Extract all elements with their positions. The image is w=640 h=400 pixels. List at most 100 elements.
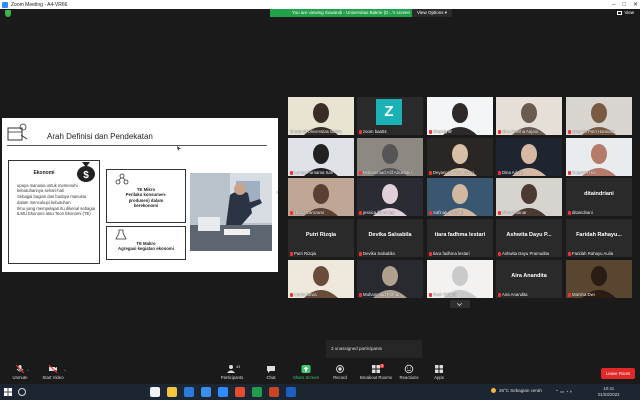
participant-name-text: zoom baa04 [363,129,387,134]
participant-tile[interactable]: Linda Novia [288,260,354,298]
mouse-pointer-icon [177,146,181,151]
participant-name-text: Putri Rizqia [294,251,316,256]
participant-name-text: Dina Adelia [502,170,524,175]
mic-muted-icon [359,292,362,297]
participant-tile[interactable]: jessica florentina [357,178,423,216]
taskbar-app-powerpoint-icon[interactable] [269,387,279,397]
mic-muted-icon [498,210,501,215]
participant-tile[interactable]: Suwandi Universitas Bakrie [288,97,354,135]
participant-tile[interactable]: Faridah Rahayu... Faridah Rahayu Aulia [566,219,632,257]
audio-options-caret-icon[interactable]: ^ [27,368,31,373]
chat-label: Chat [266,375,276,380]
minimize-icon[interactable]: – [612,2,615,8]
system-tray[interactable]: ⌃ ▭ ◔ ◗ [555,389,572,395]
participant-tile[interactable]: tiara fadhma lestari tiara fadhma lestari [427,219,493,257]
breakout-rooms-button[interactable]: 3 Breakout Rooms [358,364,394,384]
participant-tile[interactable]: Muhammad Afif Abukhairi [357,138,423,176]
taskbar-app-task-view-icon[interactable] [150,387,160,397]
microphone-muted-icon [15,364,25,374]
mic-muted-icon [429,129,432,134]
gallery-next-page-button[interactable] [450,300,470,308]
view-button[interactable]: View [617,10,634,15]
participant-tile[interactable]: Dina Adelia [496,138,562,176]
participant-tile[interactable]: Marsha Dwi [566,260,632,298]
participant-name: Ananda Putri Hamidah [568,129,615,134]
close-icon[interactable]: ✕ [633,1,638,8]
windows-start-icon[interactable] [4,388,12,396]
participant-tile[interactable]: Vira Marsha Anjani [496,97,562,135]
participant-name: tiara fadhma lestari [429,251,470,256]
macro-economics-box: TE Makro Agregasi kegiatan ekonomi [106,226,186,260]
participant-tile[interactable]: Lenny Purnama Sari [288,138,354,176]
participant-tile[interactable]: ditaindriani ditaindriani [566,178,632,216]
search-icon[interactable] [18,388,26,396]
svg-text:$: $ [83,170,89,181]
participant-tile[interactable]: Khaeriyah [427,97,493,135]
chat-button[interactable]: Chat [253,364,289,384]
mic-muted-icon [568,170,571,175]
taskbar-app-zoom-icon[interactable] [218,387,228,397]
participants-label: Participants [220,375,244,380]
unassigned-participants-notice: 3 unassigned participants [326,340,422,358]
participant-tile[interactable]: Devika Salsabila Devika Salsabila [357,219,423,257]
weather-text: 26°C Sebagian cerah [499,388,542,393]
participant-name-text: Lenny Purnama Sari [294,170,334,175]
share-screen-button[interactable]: Share Screen [288,364,324,384]
mic-muted-icon [429,292,432,297]
participant-name-text: Vira Marsha Anjani [502,129,538,134]
participant-name-text: tiara fadhma lestari [433,251,470,256]
participant-name: Suwandi Universitas Bakrie [290,129,342,134]
participant-tile[interactable]: Hafaz Zamzami [288,178,354,216]
participant-tile[interactable]: Afnan Manar [496,178,562,216]
mic-muted-icon [429,251,432,256]
smiley-icon [404,364,414,374]
participant-name-text: Muhammad Farhan [363,292,401,297]
participant-name-text: Khaeriyah [433,129,453,134]
participant-tile[interactable]: Ashwita Dayu P... Ashwita Dayu Pramudita [496,219,562,257]
taskbar-app-word-icon[interactable] [286,387,296,397]
taskbar-app-excel-icon[interactable] [252,387,262,397]
meeting-top-bar: You are viewing Suwandi - Universitas Ba… [0,9,640,18]
taskbar-app-chrome-icon[interactable] [235,387,245,397]
video-off-icon [48,364,58,374]
participant-tile[interactable]: Zzoom baa04 [357,97,423,135]
slide-scroll-handle[interactable]: › [276,190,280,202]
start-video-button[interactable]: Start Video [35,364,71,384]
taskbar-app-store-icon[interactable] [201,387,211,397]
video-options-caret-icon[interactable]: ^ [64,368,68,373]
participant-tile[interactable]: Eugenia Hia [566,138,632,176]
view-options-button[interactable]: View Options ▾ [412,9,452,17]
leave-room-button[interactable]: Leave Room [601,368,635,379]
participant-tile[interactable]: Aira Anandita Aira Anandita [496,260,562,298]
mic-muted-icon [568,210,571,215]
participant-name-text: Ashwita Dayu Pramudita [502,251,550,256]
unmute-button[interactable]: Unmute [2,364,38,384]
record-button[interactable]: Record [322,364,358,384]
participant-name: zoom baa04 [359,129,387,134]
taskbar-app-mail-icon[interactable] [184,387,194,397]
participant-display-name: Devika Salsabila [368,232,412,238]
apps-button[interactable]: Apps [421,364,457,384]
mic-muted-icon [359,129,362,134]
windows-taskbar: 26°C Sebagian cerah ⌃ ▭ ◔ ◗ 10:41 01/03/… [0,384,640,400]
start-video-label: Start Video [42,375,64,380]
participant-tile[interactable]: Safinatun Najah [427,178,493,216]
weather-widget[interactable]: 26°C Sebagian cerah [491,388,542,394]
participant-tile[interactable]: Putri Rizqia Putri Rizqia [288,219,354,257]
taskbar-app-file-explorer-icon[interactable] [167,387,177,397]
participant-name: Hafaz Zamzami [290,210,324,215]
encryption-shield-icon[interactable] [5,10,11,17]
participant-name-text: Ananda Putri Hamidah [572,129,616,134]
participant-name-text: Marsha Dwi [572,292,595,297]
participant-tile[interactable]: Ananda Putri Hamidah [566,97,632,135]
participant-tile[interactable]: Deyannisa Wulandari [427,138,493,176]
mic-muted-icon [290,170,293,175]
maximize-icon[interactable]: □ [622,2,626,8]
gallery-grid-icon [617,10,623,15]
participant-tile[interactable]: Muhammad Farhan [357,260,423,298]
participants-button[interactable]: 43 Participants [214,364,250,384]
participant-name: Afnan Manar [498,210,527,215]
mic-muted-icon [498,292,501,297]
participant-tile[interactable]: Reni Yulianti [427,260,493,298]
taskbar-clock[interactable]: 10:41 01/03/2022 [598,386,620,397]
